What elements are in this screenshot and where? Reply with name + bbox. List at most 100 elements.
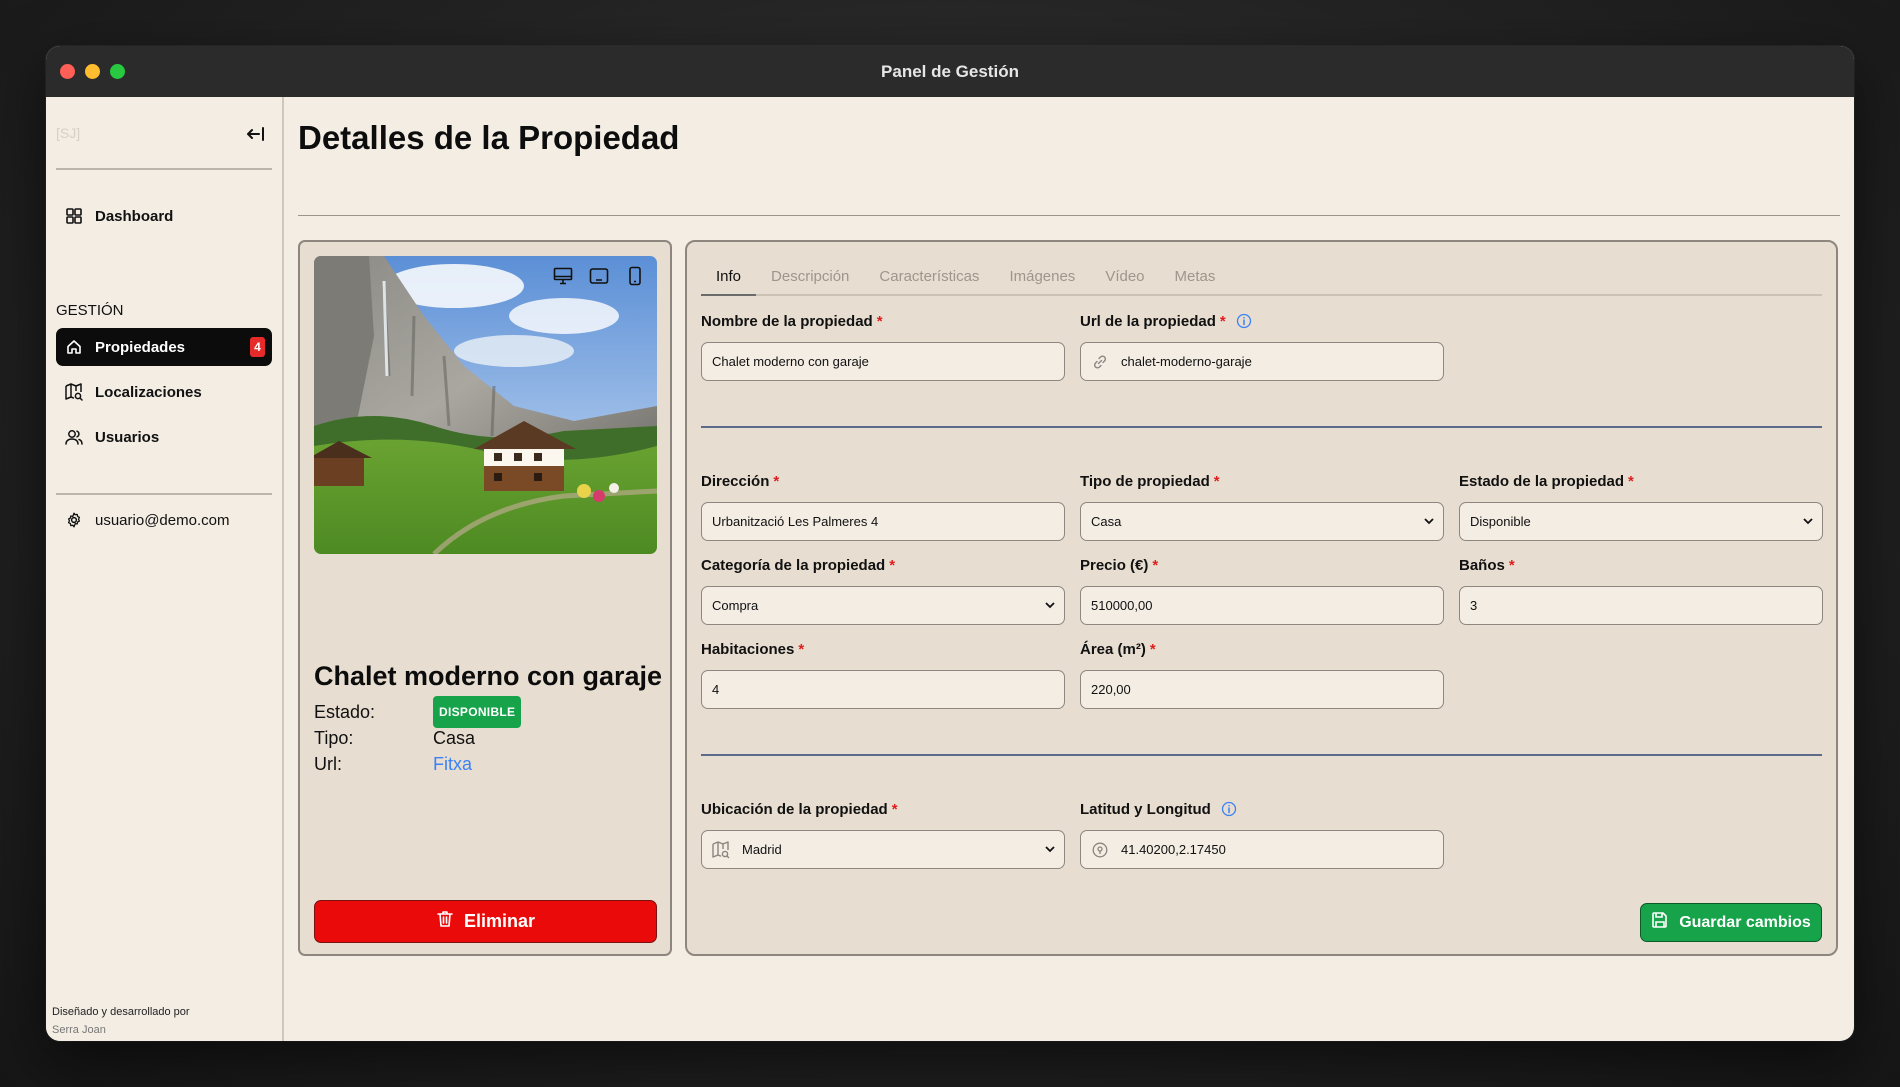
section-divider <box>701 754 1822 756</box>
save-icon <box>1651 911 1669 934</box>
collapse-sidebar-icon[interactable] <box>246 125 266 149</box>
precio-input[interactable]: 510000,00 <box>1080 586 1444 625</box>
sidebar-divider <box>56 493 272 495</box>
count-badge: 4 <box>250 337 265 357</box>
link-icon <box>1091 353 1109 371</box>
users-icon <box>65 428 83 446</box>
habitaciones-field: Habitaciones * 4 <box>701 638 1065 709</box>
ubicacion-select[interactable]: Madrid <box>701 830 1065 869</box>
estado-label: Estado: <box>314 702 376 722</box>
dashboard-icon <box>65 207 83 225</box>
close-window-button[interactable] <box>60 64 75 79</box>
categoria-select[interactable]: Compra <box>701 586 1065 625</box>
sidebar-item-label: Usuarios <box>95 428 160 446</box>
required-mark: * <box>1508 556 1515 574</box>
required-mark: * <box>1628 472 1634 490</box>
nombre-label: Nombre de la propiedad <box>701 312 873 330</box>
habitaciones-label: Habitaciones <box>701 640 795 658</box>
tab-video[interactable]: Vídeo <box>1090 266 1159 296</box>
property-photo <box>314 256 657 554</box>
tab-bar: Info Descripción Características Imágene… <box>701 266 1822 296</box>
property-meta: Estado: DISPONIBLE Tipo: Casa Url: Fitxa <box>314 696 522 777</box>
url-label: Url: <box>314 754 342 774</box>
info-icon[interactable] <box>1236 313 1252 329</box>
sidebar-footer: Diseñado y desarrollado por Serra Joan <box>52 1003 190 1039</box>
required-mark: * <box>1152 556 1159 574</box>
minimize-window-button[interactable] <box>85 64 100 79</box>
sidebar-item-localizaciones[interactable]: Localizaciones <box>56 373 272 411</box>
tablet-icon[interactable] <box>589 266 609 286</box>
direccion-field: Dirección * Urbanització Les Palmeres 4 <box>701 470 1065 541</box>
ubicacion-field: Ubicación de la propiedad * Madrid <box>701 798 1065 869</box>
tab-metas[interactable]: Metas <box>1160 266 1231 296</box>
banos-input[interactable]: 3 <box>1459 586 1823 625</box>
app-window: Panel de Gestión [SJ] Dashboard GESTIÓN … <box>46 46 1854 1041</box>
sidebar-item-propiedades[interactable]: Propiedades 4 <box>56 328 272 366</box>
nombre-field: Nombre de la propiedad * Chalet moderno c… <box>701 310 1065 381</box>
desktop-icon[interactable] <box>553 266 573 286</box>
user-email: usuario@demo.com <box>95 511 230 529</box>
area-input[interactable]: 220,00 <box>1080 670 1444 709</box>
section-divider <box>701 426 1822 428</box>
tab-imagenes[interactable]: Imágenes <box>994 266 1090 296</box>
url-input[interactable]: chalet-moderno-garaje <box>1080 342 1444 381</box>
latlng-label: Latitud y Longitud <box>1080 800 1211 818</box>
maximize-window-button[interactable] <box>110 64 125 79</box>
main-content: Detalles de la Propiedad Chalet moderno … <box>284 97 1854 1041</box>
sidebar-logo: [SJ] <box>56 125 81 141</box>
required-mark: * <box>891 800 898 818</box>
ubicacion-label: Ubicación de la propiedad <box>701 800 888 818</box>
window-title: Panel de Gestión <box>881 61 1019 81</box>
tipo-label: Tipo: <box>314 728 354 748</box>
footer-credit: Diseñado y desarrollado por <box>52 1006 190 1018</box>
categoria-select-value: Compra <box>712 598 759 613</box>
sidebar-item-dashboard[interactable]: Dashboard <box>56 197 272 235</box>
banos-label: Baños <box>1459 556 1505 574</box>
sidebar-item-label: Propiedades <box>95 338 186 356</box>
map-search-icon <box>712 840 730 859</box>
trash-icon <box>436 910 454 933</box>
estado-select[interactable]: Disponible <box>1459 502 1823 541</box>
delete-button-label: Eliminar <box>463 911 536 931</box>
required-mark: * <box>1149 640 1156 658</box>
sidebar-item-user-settings[interactable]: usuario@demo.com <box>56 501 272 539</box>
sidebar-item-usuarios[interactable]: Usuarios <box>56 418 272 456</box>
property-url-link[interactable]: Fitxa <box>433 751 472 777</box>
habitaciones-input[interactable]: 4 <box>701 670 1065 709</box>
required-mark: * <box>798 640 805 658</box>
direccion-input[interactable]: Urbanització Les Palmeres 4 <box>701 502 1065 541</box>
property-form-card: Info Descripción Características Imágene… <box>685 240 1838 956</box>
direccion-label: Dirección <box>701 472 770 490</box>
tab-descripcion[interactable]: Descripción <box>756 266 864 296</box>
required-mark: * <box>889 556 896 574</box>
status-badge: DISPONIBLE <box>433 696 522 728</box>
required-mark: * <box>1213 472 1220 490</box>
save-button[interactable]: Guardar cambios <box>1640 903 1822 942</box>
required-mark: * <box>773 472 780 490</box>
tab-caracteristicas[interactable]: Características <box>864 266 994 296</box>
title-bar: Panel de Gestión <box>46 46 1854 97</box>
mobile-icon[interactable] <box>625 266 645 286</box>
estado-field-label: Estado de la propiedad <box>1459 472 1625 490</box>
chevron-down-icon <box>1802 515 1814 530</box>
nombre-input[interactable]: Chalet moderno con garaje <box>701 342 1065 381</box>
info-icon[interactable] <box>1221 801 1237 817</box>
chevron-down-icon <box>1423 515 1435 530</box>
area-field: Área (m²) * 220,00 <box>1080 638 1444 709</box>
gear-icon <box>65 511 83 529</box>
chevron-down-icon <box>1044 843 1056 858</box>
tab-info[interactable]: Info <box>701 266 757 296</box>
delete-button[interactable]: Eliminar <box>314 900 657 943</box>
categoria-field: Categoría de la propiedad * Compra <box>701 554 1065 625</box>
precio-label: Precio (€) <box>1080 556 1149 574</box>
save-button-label: Guardar cambios <box>1679 913 1811 931</box>
property-name: Chalet moderno con garaje <box>314 661 663 691</box>
latlng-input[interactable]: 41.40200,2.17450 <box>1080 830 1444 869</box>
required-mark: * <box>1219 312 1226 330</box>
estado-field: Estado de la propiedad * Disponible <box>1459 470 1823 541</box>
sidebar-item-label: Dashboard <box>95 207 174 225</box>
ubicacion-select-value: Madrid <box>742 842 782 857</box>
tipo-select[interactable]: Casa <box>1080 502 1444 541</box>
property-summary-card: Chalet moderno con garaje Estado: DISPON… <box>298 240 672 956</box>
sidebar-divider <box>56 168 272 170</box>
